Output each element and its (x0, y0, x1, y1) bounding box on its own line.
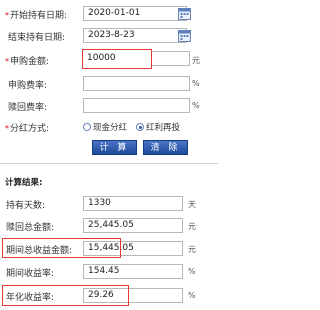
redeem-fee-unit: % (192, 101, 200, 110)
period-rate-row: 期间收益率: 154.45 % (0, 262, 218, 282)
end-date-input[interactable]: 2023-8-23 (83, 28, 187, 43)
clear-button[interactable]: 清 除 (143, 140, 188, 155)
period-rate-value: 154.45 (83, 264, 183, 279)
annual-rate-row: 年化收益率: 29.26 % (0, 284, 218, 308)
amount-unit: 元 (192, 56, 200, 65)
buy-fee-row: 申购费率: % (0, 74, 218, 94)
period-rate-unit: % (188, 267, 196, 276)
redeem-total-unit: 元 (188, 222, 196, 231)
amount-input-highlight[interactable]: 10000 (82, 49, 152, 69)
days-unit: 天 (188, 200, 196, 209)
days-row: 持有天数: 1330 天 (0, 194, 218, 214)
amount-row: *申购金额: 10000 元 (0, 48, 218, 72)
redeem-fee-input[interactable] (83, 98, 190, 113)
calculate-button[interactable]: 计 算 (92, 140, 137, 155)
redeem-fee-label: 赎回费率: (8, 103, 48, 113)
results-title: 计算结果: (5, 178, 43, 188)
buy-fee-unit: % (192, 79, 200, 88)
annual-rate-unit: % (188, 291, 196, 300)
total-gain-row: 期间总收益金额: 15,445.05 元 (0, 238, 218, 260)
dividend-row: *分红方式: 现金分红 红利再投 (0, 118, 218, 136)
total-gain-unit: 元 (188, 245, 196, 254)
period-rate-label: 期间收益率: (6, 269, 55, 279)
start-date-label: *开始持有日期: (5, 11, 68, 21)
redeem-total-label: 赎回总金额: (6, 223, 55, 233)
radio-cash-dividend-label: 现金分红 (93, 123, 128, 133)
annual-rate-highlight (2, 285, 129, 306)
amount-label: *申购金额: (5, 57, 50, 67)
dividend-label: *分红方式: (5, 124, 50, 134)
radio-cash-dividend[interactable]: 现金分红 (83, 121, 127, 133)
redeem-total-row: 赎回总金额: 25,445.05 元 (0, 216, 218, 236)
days-value: 1330 (83, 196, 183, 211)
calendar-icon[interactable] (178, 29, 191, 42)
radio-reinvest-label: 红利再投 (146, 123, 181, 133)
radio-cash-dividend-dot[interactable] (83, 123, 91, 131)
section-divider (0, 163, 218, 164)
days-label: 持有天数: (6, 201, 46, 211)
redeem-fee-row: 赎回费率: % (0, 96, 218, 116)
radio-reinvest[interactable]: 红利再投 (136, 121, 180, 133)
end-date-row: 结束持有日期: 2023-8-23 (0, 26, 218, 46)
buy-fee-label: 申购费率: (8, 81, 48, 91)
calendar-icon[interactable] (178, 7, 191, 20)
radio-reinvest-dot[interactable] (136, 123, 144, 131)
end-date-label: 结束持有日期: (8, 33, 66, 43)
redeem-total-value: 25,445.05 (83, 218, 183, 233)
total-gain-highlight (2, 238, 121, 258)
buy-fee-input[interactable] (83, 76, 190, 91)
start-date-row: *开始持有日期: 2020-01-01 (0, 4, 218, 24)
start-date-input[interactable]: 2020-01-01 (83, 6, 187, 21)
